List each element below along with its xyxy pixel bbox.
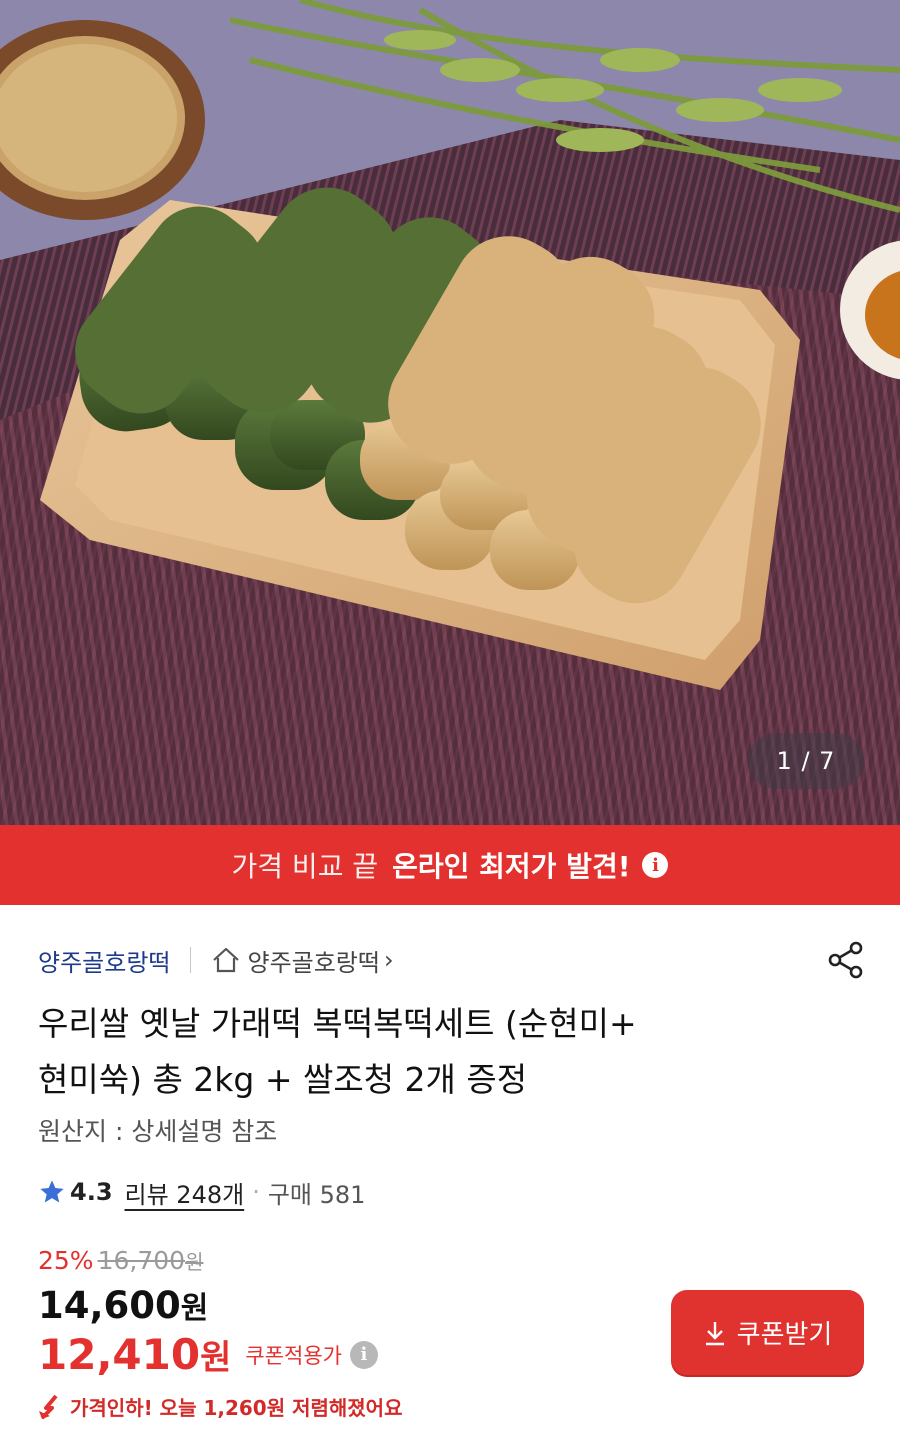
discount-rate: 25% — [38, 1246, 94, 1275]
promo-highlight: 온라인 최저가 발견! — [392, 850, 631, 883]
purchase-count: 구매 581 — [267, 1180, 366, 1209]
coupon-price: 12,410원 — [38, 1330, 231, 1379]
review-link[interactable]: 리뷰 248개 — [125, 1175, 245, 1210]
product-image[interactable]: 1 / 7 — [0, 0, 900, 825]
image-counter: 1 / 7 — [748, 733, 864, 789]
coupon-price-row: 12,410원 쿠폰적용가 i — [38, 1330, 378, 1379]
share-button[interactable] — [824, 938, 868, 982]
rating-score: 4.3 — [70, 1178, 113, 1206]
product-photo — [0, 0, 900, 825]
coupon-price-label: 쿠폰적용가 — [245, 1343, 342, 1368]
sale-price-value: 14,600 — [38, 1284, 181, 1327]
original-price: 16,700 — [97, 1246, 186, 1275]
discount-row: 25% 16,700 원 — [38, 1246, 203, 1275]
coupon-button-label: 쿠폰받기 — [736, 1319, 833, 1349]
share-icon — [828, 941, 863, 979]
star-icon — [40, 1180, 64, 1203]
price-drop-notice: 가격인하! 오늘 1,260원 저렴해졌어요 — [38, 1392, 402, 1421]
title-line-1: 우리쌀 옛날 가래떡 복떡복떡세트 (순현미+ — [38, 1004, 637, 1043]
divider — [190, 947, 192, 973]
store-link[interactable]: 양주골호랑떡 › — [211, 943, 394, 978]
store-name: 양주골호랑떡 — [247, 948, 380, 977]
price-down-arrow-icon — [39, 1394, 58, 1419]
chevron-right-icon: › — [383, 946, 394, 974]
coupon-price-value: 12,410 — [38, 1330, 201, 1379]
title-line-2: 현미쑥) 총 2kg + 쌀조청 2개 증정 — [38, 1060, 528, 1099]
home-icon — [213, 947, 240, 973]
coupon-price-unit: 원 — [200, 1338, 232, 1378]
lowest-price-banner[interactable]: 가격 비교 끝 온라인 최저가 발견! i — [0, 825, 900, 905]
rating-row: 4.3 리뷰 248개 · 구매 581 — [38, 1172, 365, 1212]
get-coupon-button[interactable]: 쿠폰받기 — [671, 1290, 864, 1375]
origin-info: 원산지 : 상세설명 참조 — [38, 1117, 278, 1146]
sale-price: 14,600원 — [38, 1283, 208, 1327]
product-title: 우리쌀 옛날 가래떡 복떡복떡세트 (순현미+ 현미쑥) 총 2kg + 쌀조청… — [38, 996, 868, 1108]
separator: · — [252, 1178, 260, 1206]
original-price-unit: 원 — [185, 1250, 204, 1274]
info-icon[interactable]: i — [349, 1340, 378, 1369]
info-icon[interactable]: i — [642, 852, 669, 878]
price-drop-text: 가격인하! 오늘 1,260원 저렴해졌어요 — [70, 1396, 403, 1420]
download-icon — [705, 1321, 724, 1345]
sale-price-unit: 원 — [180, 1291, 209, 1326]
promo-text: 가격 비교 끝 — [231, 850, 379, 883]
seller-name[interactable]: 양주골호랑떡 — [38, 943, 170, 978]
seller-row: 양주골호랑떡 양주골호랑떡 › — [38, 938, 868, 982]
